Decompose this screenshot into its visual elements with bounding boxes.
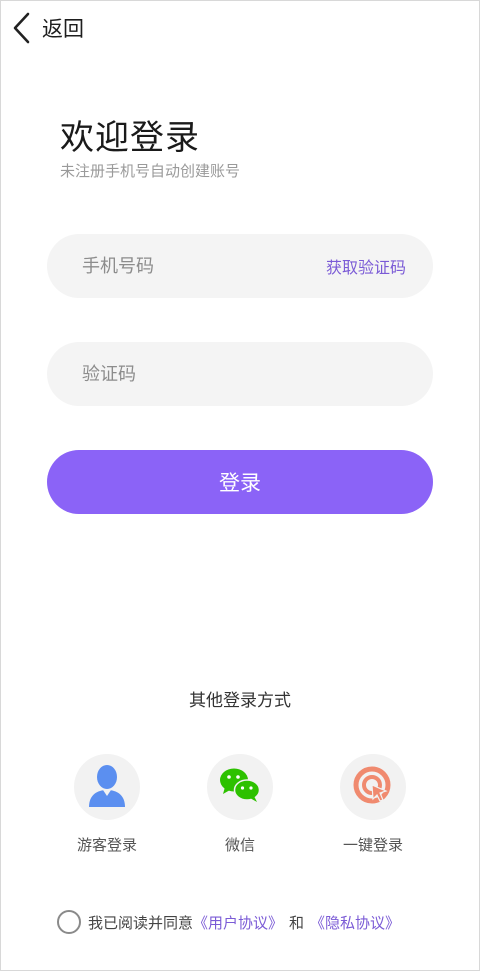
- agreement-prefix: 我已阅读并同意: [88, 913, 194, 932]
- back-label: 返回: [42, 17, 84, 41]
- get-code-button[interactable]: 获取验证码: [326, 234, 406, 298]
- code-input[interactable]: [80, 362, 304, 386]
- back-button[interactable]: 返回: [10, 10, 84, 46]
- agreement-checkbox[interactable]: [57, 910, 81, 934]
- one-click-login-label: 一键登录: [342, 836, 403, 854]
- guest-user-icon: [87, 763, 127, 811]
- wechat-login-button[interactable]: 微信: [190, 754, 290, 855]
- page-subtitle: 未注册手机号自动创建账号: [60, 162, 241, 180]
- one-click-login-circle: [340, 754, 406, 820]
- wechat-icon: [219, 767, 261, 807]
- phone-field: 获取验证码: [47, 234, 433, 298]
- guest-login-circle: [74, 754, 140, 820]
- guest-login-label: 游客登录: [76, 836, 137, 854]
- one-click-login-icon: [353, 765, 393, 809]
- user-agreement-link[interactable]: 《用户协议》: [193, 912, 283, 933]
- page-title: 欢迎登录: [60, 118, 200, 158]
- wechat-login-circle: [207, 754, 273, 820]
- code-field: [47, 342, 433, 406]
- login-button[interactable]: 登录: [47, 450, 433, 514]
- guest-login-button[interactable]: 游客登录: [57, 754, 157, 855]
- agreement-row: 我已阅读并同意 《用户协议》 和 《隐私协议》: [57, 909, 400, 935]
- agreement-and: 和: [289, 913, 305, 932]
- chevron-left-icon: [10, 11, 32, 45]
- one-click-login-button[interactable]: 一键登录: [323, 754, 423, 855]
- wechat-login-label: 微信: [224, 836, 255, 854]
- privacy-policy-link[interactable]: 《隐私协议》: [310, 912, 400, 933]
- phone-input[interactable]: [80, 254, 304, 278]
- other-login-title: 其他登录方式: [189, 691, 291, 711]
